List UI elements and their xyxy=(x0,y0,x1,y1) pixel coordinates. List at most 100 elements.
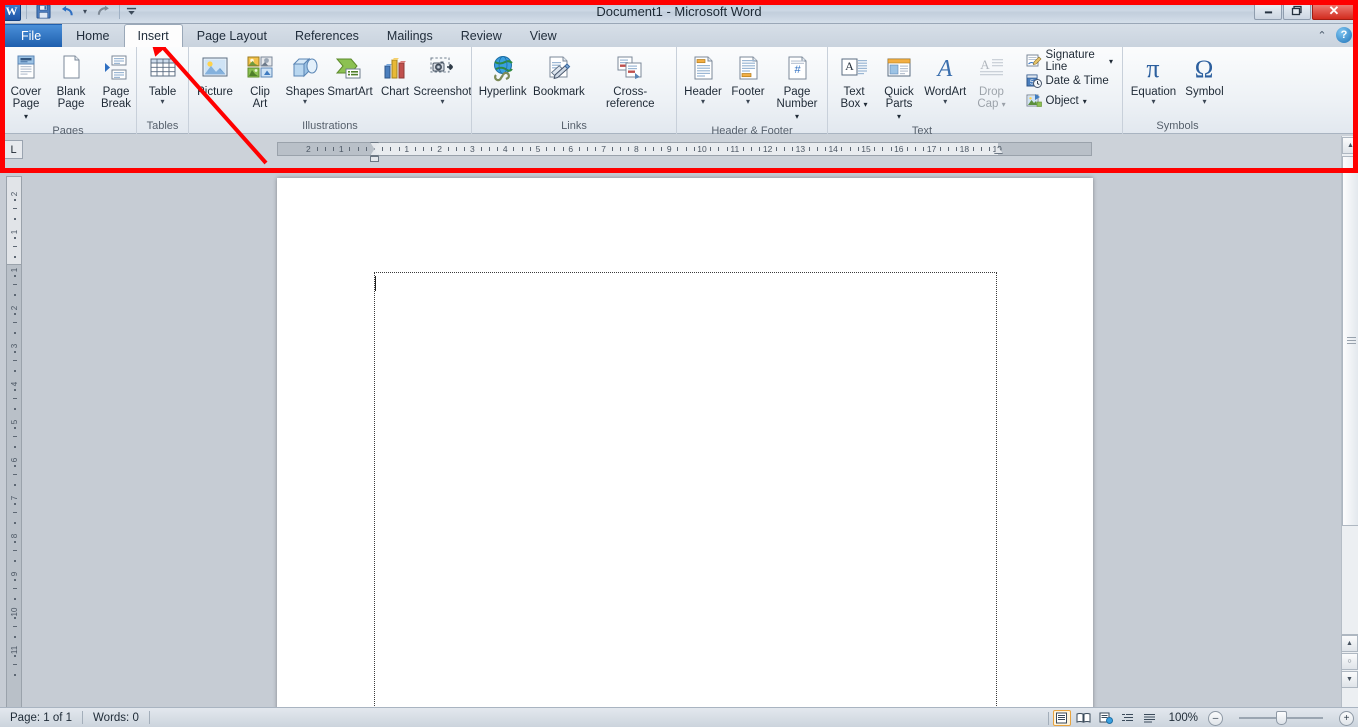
ruler-minor-tick xyxy=(858,147,859,151)
divider xyxy=(1048,712,1049,725)
vertical-ruler-minor-tick xyxy=(13,588,17,589)
tab-page-layout[interactable]: Page Layout xyxy=(183,24,281,47)
draft-view-button[interactable] xyxy=(1141,710,1159,726)
outline-view-button[interactable] xyxy=(1119,710,1137,726)
scrollbar-thumb[interactable] xyxy=(1342,156,1358,526)
blank-page-button[interactable]: BlankPage xyxy=(49,49,93,111)
screenshot-dropdown-caret[interactable]: ▾ xyxy=(440,98,444,106)
full-screen-reading-view-button[interactable] xyxy=(1075,710,1093,726)
table-button[interactable]: Table ▾ xyxy=(141,49,185,107)
minimize-ribbon-icon[interactable]: ⌃ xyxy=(1314,27,1330,43)
hyperlink-button[interactable]: Hyperlink xyxy=(476,49,529,99)
word-count-indicator[interactable]: Words: 0 xyxy=(83,709,149,727)
web-layout-view-button[interactable] xyxy=(1097,710,1115,726)
tab-stop-selector[interactable]: L xyxy=(4,140,23,159)
tab-file[interactable]: File xyxy=(0,24,62,47)
ruler-minor-tick xyxy=(874,147,875,151)
text-boundaries xyxy=(374,272,997,707)
clip-art-button[interactable]: ClipArt xyxy=(238,49,282,111)
print-layout-view-button[interactable] xyxy=(1053,710,1071,726)
chart-button[interactable]: Chart xyxy=(373,49,417,99)
zoom-level[interactable]: 100% xyxy=(1163,709,1204,727)
chevron-down-icon xyxy=(126,6,137,17)
zoom-in-button[interactable]: + xyxy=(1339,711,1354,726)
cross-reference-button[interactable]: Cross-reference xyxy=(588,49,672,111)
ruler-minor-tick xyxy=(981,147,982,151)
ruler-minor-tick xyxy=(456,147,457,151)
page-number-button[interactable]: # PageNumber ▾ xyxy=(771,49,823,124)
screenshot-button[interactable]: Screenshot ▾ xyxy=(418,49,467,107)
redo-button[interactable] xyxy=(92,2,114,22)
word-logo-icon[interactable]: W xyxy=(2,2,21,21)
equation-dropdown-caret[interactable]: ▾ xyxy=(1151,98,1155,106)
text-box-button[interactable]: A TextBox ▾ xyxy=(832,49,876,112)
page-indicator[interactable]: Page: 1 of 1 xyxy=(0,709,82,727)
restore-button[interactable] xyxy=(1283,1,1311,20)
zoom-out-button[interactable]: – xyxy=(1208,711,1223,726)
customize-quick-access-toolbar-button[interactable] xyxy=(125,2,137,22)
previous-page-button[interactable]: ▲ xyxy=(1341,635,1358,652)
tab-review[interactable]: Review xyxy=(447,24,516,47)
zoom-slider-knob[interactable] xyxy=(1276,711,1287,725)
redo-icon xyxy=(96,5,111,18)
ruler-minor-tick xyxy=(563,147,564,151)
bookmark-button[interactable]: Bookmark xyxy=(530,49,587,99)
quick-parts-button[interactable]: QuickParts ▾ xyxy=(877,49,921,124)
quick-access-toolbar[interactable]: W ▾ xyxy=(2,1,137,22)
tab-insert[interactable]: Insert xyxy=(124,24,183,47)
picture-button[interactable]: Picture xyxy=(193,49,237,99)
object-caret[interactable]: ▾ xyxy=(1083,97,1087,106)
text-group-small-buttons: Signature Line ▾ 5 Date & Time xyxy=(1021,49,1119,111)
help-icon[interactable]: ? xyxy=(1336,27,1352,43)
wordart-dropdown-caret[interactable]: ▾ xyxy=(943,98,947,106)
wordart-button[interactable]: A WordArt ▾ xyxy=(922,49,969,107)
shapes-button[interactable]: Shapes ▾ xyxy=(283,49,327,107)
close-button[interactable]: ✕ xyxy=(1312,1,1356,20)
select-browse-object-button[interactable]: ○ xyxy=(1341,653,1358,670)
equation-button[interactable]: π Equation ▾ xyxy=(1127,49,1180,107)
tab-mailings[interactable]: Mailings xyxy=(373,24,447,47)
signature-line-caret[interactable]: ▾ xyxy=(1109,57,1113,66)
ruler-minor-tick xyxy=(423,147,424,151)
tab-home[interactable]: Home xyxy=(62,24,123,47)
tab-view[interactable]: View xyxy=(516,24,571,47)
object-button[interactable]: Object ▾ xyxy=(1021,91,1119,111)
ruler-minor-tick xyxy=(776,147,777,151)
horizontal-ruler[interactable]: 2112345678910111213141516171819 xyxy=(277,142,1092,156)
footer-button[interactable]: Footer ▾ xyxy=(726,49,770,107)
ruler-minor-tick xyxy=(743,147,744,151)
document-canvas[interactable] xyxy=(26,172,1332,707)
ruler-tick: 13 xyxy=(792,143,808,155)
ruler-tick: 12 xyxy=(760,143,776,155)
symbol-dropdown-caret[interactable]: ▾ xyxy=(1202,98,1206,106)
smartart-button[interactable]: SmartArt xyxy=(328,49,372,99)
document-page[interactable] xyxy=(277,178,1093,707)
table-dropdown-caret[interactable]: ▾ xyxy=(160,98,164,106)
vertical-scrollbar[interactable]: ▲ ▼ ▲ ○ ▼ xyxy=(1341,136,1358,707)
symbol-button[interactable]: Ω Symbol ▾ xyxy=(1181,49,1228,107)
ribbon-help-cluster: ⌃ ? xyxy=(1314,27,1352,43)
header-dropdown-caret[interactable]: ▾ xyxy=(701,98,705,106)
cover-page-button[interactable]: CoverPage ▾ xyxy=(4,49,48,124)
left-indent-marker[interactable] xyxy=(370,156,379,162)
undo-dropdown-button[interactable]: ▾ xyxy=(80,2,90,22)
header-button[interactable]: Header ▾ xyxy=(681,49,725,107)
footer-dropdown-caret[interactable]: ▾ xyxy=(746,98,750,106)
vertical-ruler-minor-tick xyxy=(14,427,16,429)
page-break-button[interactable]: PageBreak xyxy=(94,49,138,111)
scroll-up-button[interactable]: ▲ xyxy=(1342,137,1358,154)
vertical-ruler[interactable]: 211234567891011 xyxy=(6,176,22,708)
undo-button[interactable] xyxy=(56,2,78,22)
shapes-dropdown-caret[interactable]: ▾ xyxy=(303,98,307,106)
symbol-icon: Ω xyxy=(1188,52,1220,84)
zoom-slider[interactable] xyxy=(1227,710,1335,726)
minimize-button[interactable] xyxy=(1254,1,1282,20)
next-page-button[interactable]: ▼ xyxy=(1341,671,1358,688)
save-button[interactable] xyxy=(32,2,54,22)
window-controls[interactable]: ✕ xyxy=(1254,1,1356,20)
signature-line-button[interactable]: Signature Line ▾ xyxy=(1021,51,1119,71)
picture-icon xyxy=(199,52,231,84)
drop-cap-button[interactable]: A DropCap ▾ xyxy=(970,49,1014,112)
tab-references[interactable]: References xyxy=(281,24,373,47)
date-time-button[interactable]: 5 Date & Time xyxy=(1021,71,1119,91)
